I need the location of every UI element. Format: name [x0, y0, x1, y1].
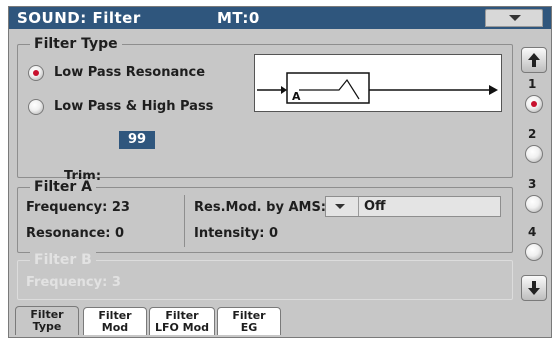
trim-value-field[interactable]: 99: [119, 131, 155, 149]
resonance-param[interactable]: Resonance: 0: [26, 226, 124, 241]
sidebar-label-2: 2: [528, 127, 537, 141]
res-mod-ams-value: Off: [364, 199, 386, 214]
filter-b-frequency-param: Frequency: 3: [26, 275, 121, 290]
page-title: SOUND: Filter: [17, 9, 141, 27]
sidebar-radio-3[interactable]: [525, 195, 543, 213]
tab-filter-type[interactable]: Filter Type: [15, 306, 79, 335]
chevron-down-icon: [509, 15, 521, 21]
filter-a-block-label: A: [292, 90, 301, 103]
sidebar-radio-4[interactable]: [525, 243, 543, 261]
radio-low-pass-resonance[interactable]: [28, 65, 44, 81]
sidebar-label-4: 4: [528, 225, 537, 239]
sidebar-radio-2[interactable]: [525, 145, 543, 163]
filter-type-panel: Filter Type Low Pass Resonance Low Pass …: [17, 36, 513, 184]
tab-filter-mod-line2: Mod: [101, 321, 129, 334]
arrow-down-icon: [528, 281, 540, 295]
tab-filter-lfo-mod-line2: LFO Mod: [154, 321, 210, 334]
mt-indicator: MT:0: [217, 9, 260, 27]
sound-filter-screen: SOUND: Filter MT:0 Filter Type Low Pass …: [8, 6, 552, 338]
intensity-param[interactable]: Intensity: 0: [194, 226, 278, 241]
tab-filter-mod[interactable]: Filter Mod: [83, 307, 147, 335]
frequency-param[interactable]: Frequency: 23: [26, 200, 130, 215]
sidebar-label-1: 1: [528, 77, 537, 91]
scroll-down-button[interactable]: [521, 275, 547, 301]
filter-b-panel: Filter B Frequency: 3: [17, 252, 513, 300]
title-bar: SOUND: Filter MT:0: [9, 7, 551, 29]
sidebar-label-3: 3: [528, 177, 537, 191]
radio-selected-dot: [33, 70, 39, 76]
chevron-down-icon: [335, 204, 345, 209]
res-mod-ams-select[interactable]: Off: [325, 196, 501, 217]
page-menu-button[interactable]: [485, 9, 543, 27]
filter-routing-diagram: A: [254, 54, 502, 112]
filter-select-sidebar: 1 2 3 4: [521, 37, 549, 307]
divider: [184, 195, 185, 247]
arrow-up-icon: [528, 53, 540, 67]
filter-routing-svg: A: [257, 72, 498, 104]
tab-filter-eg[interactable]: Filter EG: [217, 307, 281, 335]
tab-filter-lfo-mod[interactable]: Filter LFO Mod: [149, 307, 215, 335]
scroll-up-button[interactable]: [521, 47, 547, 73]
filter-b-title: Filter B: [30, 252, 96, 268]
option-low-pass-resonance-label: Low Pass Resonance: [54, 65, 206, 80]
option-low-pass-high-pass-label: Low Pass & High Pass: [54, 99, 214, 114]
filter-a-title: Filter A: [30, 179, 96, 195]
filter-type-title: Filter Type: [30, 36, 122, 52]
tab-filter-eg-line2: EG: [240, 321, 258, 334]
res-mod-ams-label: Res.Mod. by AMS:: [194, 200, 327, 215]
radio-low-pass-high-pass[interactable]: [28, 99, 44, 115]
radio-selected-dot: [531, 101, 537, 107]
dropdown-button[interactable]: [326, 197, 359, 216]
tab-filter-type-line2: Type: [32, 320, 62, 333]
sidebar-radio-1[interactable]: [525, 95, 543, 113]
